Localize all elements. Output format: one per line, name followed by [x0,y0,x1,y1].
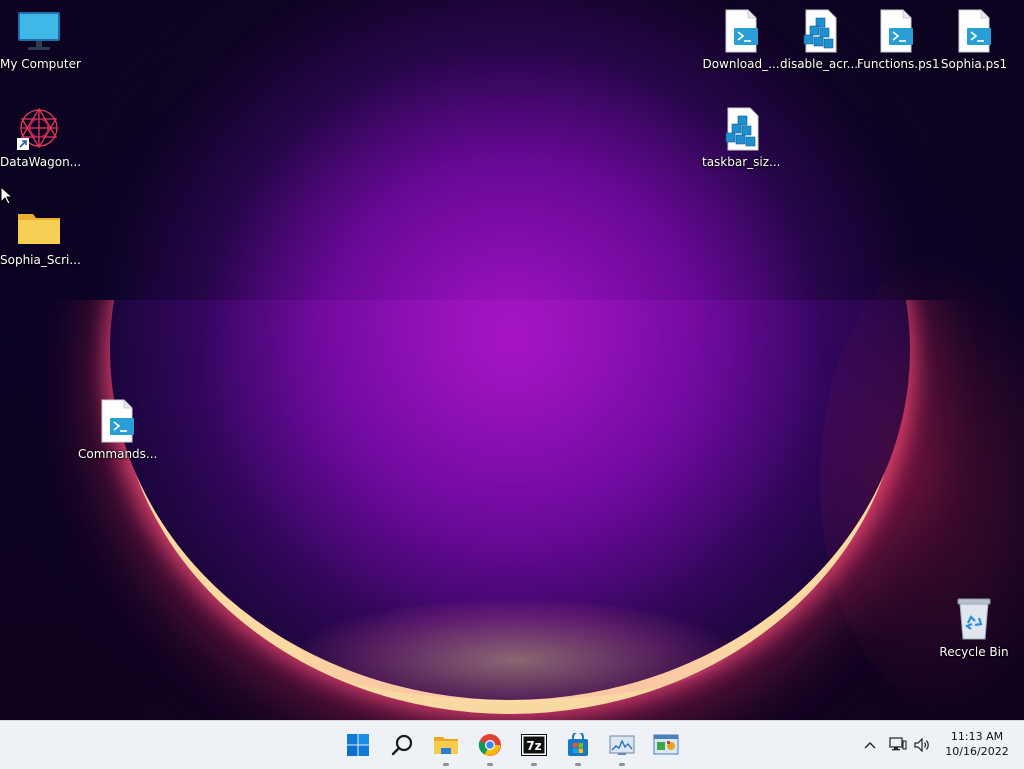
desktop-icon-sophia-ps1[interactable]: Sophia.ps1 [935,8,1013,71]
taskbar: 7z 11:13 AM 10/16/2022 [0,720,1024,769]
icon-label: Sophia_Scri... [0,253,81,267]
search-icon[interactable] [384,727,420,763]
desktop-icon-commands[interactable]: Commands... [78,398,158,461]
wallpaper-orb [110,300,910,700]
icon-label: Commands... [78,447,158,461]
running-indicator [487,763,493,766]
mouse-cursor-icon [0,186,12,205]
icon-label: Functions.ps1 [857,57,940,71]
desktop-icon-sophia-folder[interactable]: Sophia_Scri... [0,204,81,267]
icon-label: My Computer [0,57,81,71]
desktop-icon-recycle-bin[interactable]: Recycle Bin [935,596,1013,659]
7zip-icon[interactable]: 7z [516,727,552,766]
desktop-icon-disable-acr[interactable]: disable_acr... [780,8,858,71]
store-icon[interactable] [560,727,596,766]
desktop-icon-datawagon[interactable]: DataWagon... [0,106,82,169]
running-indicator [619,763,625,766]
wallpaper-glow-bottom [300,600,730,700]
windows-start-icon[interactable] [340,727,376,763]
registry-file-icon [796,8,842,54]
icon-label: Recycle Bin [939,645,1009,659]
icon-label: Download_... [702,57,780,71]
powershell-script-icon [873,8,919,54]
svg-text:7z: 7z [526,739,541,753]
resource-monitor-icon[interactable] [604,727,640,766]
desktop-icon-functions[interactable]: Functions.ps1 [857,8,940,71]
powershell-script-icon [951,8,997,54]
control-panel-icon[interactable] [648,727,684,763]
desktop-icon-download[interactable]: Download_... [702,8,780,71]
running-indicator [443,763,449,766]
file-explorer-icon[interactable] [428,727,464,766]
icon-label: Sophia.ps1 [940,57,1008,71]
powershell-script-icon [718,8,764,54]
desktop-icon-my-computer[interactable]: My Computer [0,8,81,71]
network-icon[interactable] [888,733,908,757]
icon-label: disable_acr... [780,57,859,71]
system-clock[interactable]: 11:13 AM 10/16/2022 [944,729,1010,759]
clock-time: 11:13 AM [950,730,1004,743]
desktop-icon-taskbar-size[interactable]: taskbar_siz... [702,106,781,169]
monitor-icon [16,8,62,54]
recycle-bin-icon [951,596,997,642]
clock-date: 10/16/2022 [945,745,1009,758]
powershell-script-icon [94,398,140,444]
datawagon-shortcut-icon [16,106,62,152]
icon-label: taskbar_siz... [702,155,781,169]
chevron-up-icon[interactable] [860,733,880,757]
folder-icon [16,204,62,250]
desktop: My Computer DataWagon... Sophia_Scri... … [0,0,1024,720]
running-indicator [531,763,537,766]
running-indicator [575,763,581,766]
registry-file-icon [718,106,764,152]
icon-label: DataWagon... [0,155,82,169]
volume-icon[interactable] [912,733,932,757]
chrome-icon[interactable] [472,727,508,766]
